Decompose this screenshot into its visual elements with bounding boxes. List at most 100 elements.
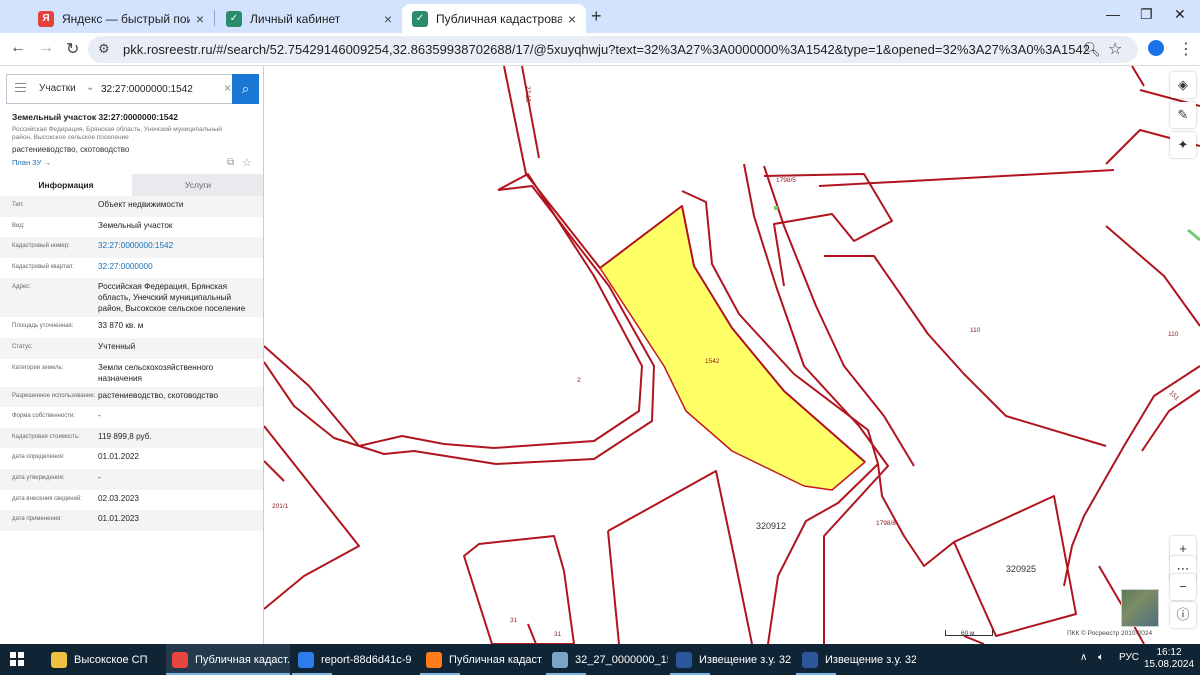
taskbar-item-label: Извещение з.у. 32 ... xyxy=(699,653,794,666)
bookmark-star-icon[interactable]: ☆ xyxy=(1108,39,1122,59)
parcel-boundary xyxy=(963,635,985,644)
info-key: Адрес: xyxy=(12,284,31,291)
browser-menu-icon[interactable]: ⋮ xyxy=(1178,39,1194,59)
info-value: - xyxy=(98,472,101,482)
copyright-text: ПКК © Росреестр 2010-2024 xyxy=(1067,630,1153,637)
taskbar-item[interactable]: Публичная кадаст... xyxy=(166,644,290,675)
parcel-label: 1542 xyxy=(705,358,720,365)
object-use: растениеводство, скотоводство xyxy=(12,145,130,154)
info-row: дата применения: 01.01.2023 xyxy=(0,510,263,531)
browser-tab-strip: Я Яндекс — быстрый поиск в ин × ✓ Личный… xyxy=(0,0,1200,33)
address-bar[interactable]: ⚙ pkk.rosreestr.ru/#/search/52.754291460… xyxy=(88,36,1138,63)
close-tab-icon[interactable]: × xyxy=(196,11,204,27)
info-value-link[interactable]: 32:27:0000000:1542 xyxy=(98,240,256,251)
url-text[interactable]: pkk.rosreestr.ru/#/search/52.75429146009… xyxy=(123,42,1090,57)
yandex-icon: Я xyxy=(38,10,54,27)
taskbar-item[interactable]: Публичная кадаст... xyxy=(420,644,542,675)
app-icon xyxy=(676,651,692,668)
taskbar-item[interactable]: Извещение з.у. 32 ... xyxy=(796,644,916,675)
tab-yandex[interactable]: Я Яндекс — быстрый поиск в ин × xyxy=(28,4,214,33)
reload-button[interactable]: ↻ xyxy=(66,39,79,59)
tab-information[interactable]: Информация xyxy=(0,174,132,196)
parcel-label: 31 xyxy=(554,631,562,638)
info-key: Площадь уточненная: xyxy=(12,323,74,330)
tab-lichny-kabinet[interactable]: ✓ Личный кабинет × xyxy=(216,4,402,33)
info-row: Адрес: Российская Федерация, Брянская обл… xyxy=(0,278,263,318)
chevron-up-icon[interactable]: ∧ xyxy=(1080,652,1087,663)
tab-title: Яндекс — быстрый поиск в ин xyxy=(62,11,190,26)
search-icon[interactable]: 🔍︎ xyxy=(1083,41,1101,58)
object-address: Российская Федерация, Брянская область, … xyxy=(12,126,222,141)
parcel-label: 320925 xyxy=(1006,564,1036,574)
taskbar-item[interactable]: Высокское СП xyxy=(45,644,163,675)
app-icon xyxy=(172,651,188,668)
locate-icon[interactable]: ✦ xyxy=(1170,132,1196,158)
info-key: дата применения: xyxy=(12,516,63,523)
clock[interactable]: 16:12 15.08.2024 xyxy=(1142,647,1196,671)
minimize-button[interactable]: — xyxy=(1106,6,1120,22)
parcel-2-inner xyxy=(264,185,655,465)
parcel-320912-boundary xyxy=(607,470,753,644)
rosreestr-icon: ✓ xyxy=(412,10,428,27)
windows-start-icon[interactable] xyxy=(10,652,24,666)
info-value: 02.03.2023 xyxy=(98,493,139,503)
site-info-icon[interactable]: ⚙ xyxy=(98,41,110,57)
maximize-button[interactable]: ❐ xyxy=(1140,6,1153,23)
parcel-2-boundary xyxy=(264,173,643,449)
browser-toolbar: ← → ↻ ⚙ pkk.rosreestr.ru/#/search/52.754… xyxy=(0,33,1200,66)
info-key: Тип: xyxy=(12,202,24,208)
layers-icon[interactable]: ◈ xyxy=(1170,72,1196,98)
clock-date: 15.08.2024 xyxy=(1143,659,1195,670)
info-value: растениеводство, скотоводство xyxy=(98,390,219,400)
search-input[interactable] xyxy=(101,81,221,97)
profile-avatar[interactable] xyxy=(1148,40,1164,56)
tab-services[interactable]: Услуги xyxy=(132,174,263,196)
info-icon[interactable]: ⓘ xyxy=(1170,602,1196,628)
zoom-out-button[interactable]: − xyxy=(1170,574,1196,600)
ruler-icon[interactable]: ✎ xyxy=(1170,102,1196,128)
close-tab-icon[interactable]: × xyxy=(568,11,576,27)
info-row: Вид: Земельный участок xyxy=(0,217,263,238)
parcel-201-1-boundary xyxy=(264,425,360,610)
taskbar-item[interactable]: report-88d6d41c-9... xyxy=(292,644,412,675)
close-window-button[interactable]: ✕ xyxy=(1174,6,1186,23)
info-panel: Участки ⌄ × ⌕ Земельный участок 32:27:00… xyxy=(0,66,264,644)
taskbar-item-label: 32_27_0000000_15... xyxy=(575,653,668,666)
basemap-thumbnail[interactable] xyxy=(1121,589,1159,627)
info-key: дата утверждения: xyxy=(12,474,65,481)
language-indicator[interactable]: РУС xyxy=(1119,652,1139,663)
map-canvas[interactable]: 27:15 1798/5 110 110 2 1542 151 201/1 320912 1798… xyxy=(264,66,1200,644)
menu-icon[interactable] xyxy=(15,83,26,92)
copy-icon[interactable]: ⧉ xyxy=(227,157,234,168)
chevron-down-icon[interactable]: ⌄ xyxy=(86,82,94,93)
info-key: дата определения: xyxy=(12,454,65,461)
volume-icon[interactable]: 🔈︎ xyxy=(1098,652,1104,663)
info-value-link[interactable]: 32:27:0000000 xyxy=(98,261,256,272)
info-key: Кадастровая стоимость: xyxy=(12,433,80,440)
app-icon xyxy=(51,651,67,668)
forward-button[interactable]: → xyxy=(38,39,54,57)
clear-icon[interactable]: × xyxy=(224,81,231,95)
taskbar-item[interactable]: 32_27_0000000_15... xyxy=(546,644,668,675)
new-tab-button[interactable]: + xyxy=(591,6,602,27)
taskbar-item-label: Публичная кадаст... xyxy=(449,653,542,666)
info-value: 119 899,8 руб. xyxy=(98,431,152,441)
back-button[interactable]: ← xyxy=(10,39,26,57)
clock-time: 16:12 xyxy=(1156,647,1182,658)
parcel-boundary xyxy=(1141,389,1200,452)
info-row: Кадастровый квартал: 32:27:0000000 xyxy=(0,258,263,279)
info-row: Статус: Учтенный xyxy=(0,337,263,359)
parcel-label: 1798/5 xyxy=(776,177,796,184)
tab-pkk[interactable]: ✓ Публичная кадастровая карта × xyxy=(402,4,586,33)
info-row: Тип: Объект недвижимости xyxy=(0,196,263,217)
cadastral-map[interactable]: 27:15 1798/5 110 110 2 1542 151 201/1 320912 1798… xyxy=(264,66,1200,644)
taskbar-item-label: Публичная кадаст... xyxy=(195,653,290,666)
favorite-star-icon[interactable]: ☆ xyxy=(242,156,252,169)
parcel-1542-highlight[interactable] xyxy=(599,205,866,491)
search-button[interactable]: ⌕ xyxy=(232,74,259,104)
taskbar-item[interactable]: Извещение з.у. 32 ... xyxy=(670,644,794,675)
search-type-select[interactable]: Участки xyxy=(39,83,76,94)
close-tab-icon[interactable]: × xyxy=(384,11,392,27)
parcel-label: 27:15 xyxy=(524,86,531,103)
plan-link[interactable]: План ЗУ → xyxy=(12,158,51,167)
